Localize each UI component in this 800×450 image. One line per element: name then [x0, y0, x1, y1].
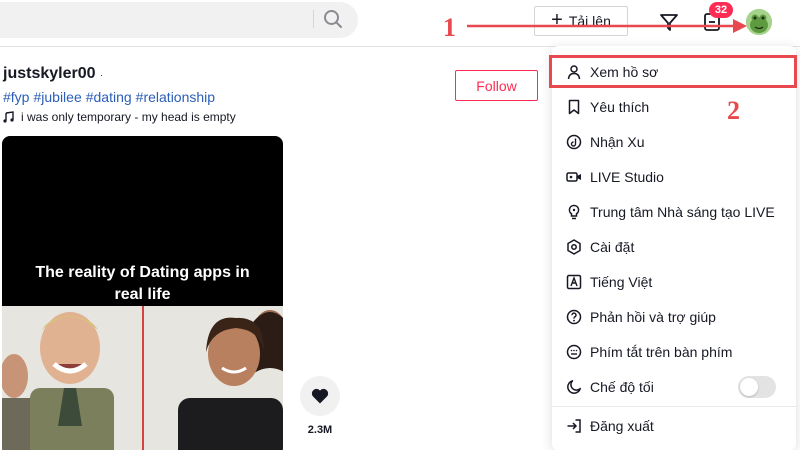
video-caption: The reality of Dating apps in real life — [2, 262, 283, 306]
avatar[interactable] — [746, 9, 772, 35]
heart-icon — [311, 388, 329, 404]
menu-item-label: Tiếng Việt — [590, 273, 653, 290]
video-player[interactable]: The reality of Dating apps in real life — [2, 136, 283, 450]
menu-item-feedback-help[interactable]: Phản hồi và trợ giúp — [552, 299, 796, 334]
video-caption-line: real life — [114, 286, 171, 303]
menu-item-logout[interactable]: Đăng xuất — [552, 408, 796, 443]
toggle-knob — [740, 378, 758, 396]
help-icon — [566, 309, 582, 325]
menu-item-label: Nhận Xu — [590, 133, 645, 150]
dark-mode-toggle[interactable] — [738, 376, 776, 398]
hashtag-link[interactable]: #dating — [86, 89, 132, 105]
coin-icon — [566, 134, 582, 150]
search-bar[interactable] — [0, 2, 358, 38]
logout-icon — [566, 418, 582, 434]
menu-item-language[interactable]: Tiếng Việt — [552, 264, 796, 299]
post-author[interactable]: justskyler00 — [3, 65, 96, 83]
annotation-arrow — [467, 19, 747, 33]
like-button[interactable] — [300, 376, 340, 416]
menu-item-get-coins[interactable]: Nhận Xu — [552, 124, 796, 159]
moon-icon — [566, 379, 582, 395]
menu-item-label: Đăng xuất — [590, 417, 654, 434]
menu-item-label: LIVE Studio — [590, 168, 664, 185]
hashtags: #fyp #jubilee #dating #relationship — [3, 89, 215, 105]
language-icon — [566, 274, 582, 290]
menu-item-label: Phím tắt trên bàn phím — [590, 343, 733, 360]
menu-item-label: Chế độ tối — [590, 378, 654, 395]
annotation-highlight-box — [549, 55, 797, 88]
annotation-step-2: 2 — [727, 96, 740, 125]
search-button[interactable] — [320, 6, 346, 32]
menu-item-label: Yêu thích — [590, 98, 650, 115]
search-icon — [324, 10, 342, 28]
like-count: 2.3M — [307, 424, 333, 436]
annotation-step-1: 1 — [443, 13, 456, 42]
video-frame-divider — [142, 306, 144, 450]
menu-item-live-creator-hub[interactable]: Trung tâm Nhà sáng tạo LIVE — [552, 194, 796, 229]
search-divider — [313, 10, 314, 28]
hashtag-link[interactable]: #fyp — [3, 89, 29, 105]
music-link[interactable]: i was only temporary - my head is empty — [3, 110, 236, 124]
bookmark-icon — [566, 99, 582, 115]
video-camera-icon — [566, 169, 582, 185]
menu-item-label: Phản hồi và trợ giúp — [590, 308, 716, 325]
keyboard-icon — [566, 344, 582, 360]
author-separator: · — [100, 70, 103, 80]
menu-item-favorites[interactable]: Yêu thích — [552, 89, 796, 124]
menu-item-live-studio[interactable]: LIVE Studio — [552, 159, 796, 194]
menu-item-label: Cài đặt — [590, 238, 635, 255]
profile-dropdown-menu: Xem hồ sơ Yêu thích Nhận Xu LIVE Studio … — [552, 46, 796, 450]
follow-button[interactable]: Follow — [455, 70, 538, 101]
menu-item-label: Trung tâm Nhà sáng tạo LIVE — [590, 203, 775, 220]
bulb-icon — [566, 204, 582, 220]
menu-item-settings[interactable]: Cài đặt — [552, 229, 796, 264]
music-note-icon — [3, 111, 14, 123]
hashtag-link[interactable]: #relationship — [136, 89, 215, 105]
avatar-image — [746, 9, 772, 35]
gear-icon — [566, 238, 582, 255]
video-caption-line: The reality of Dating apps in — [35, 264, 250, 281]
menu-item-keyboard-shortcuts[interactable]: Phím tắt trên bàn phím — [552, 334, 796, 369]
music-title: i was only temporary - my head is empty — [21, 110, 236, 124]
hashtag-link[interactable]: #jubilee — [33, 89, 81, 105]
menu-divider — [552, 406, 796, 407]
